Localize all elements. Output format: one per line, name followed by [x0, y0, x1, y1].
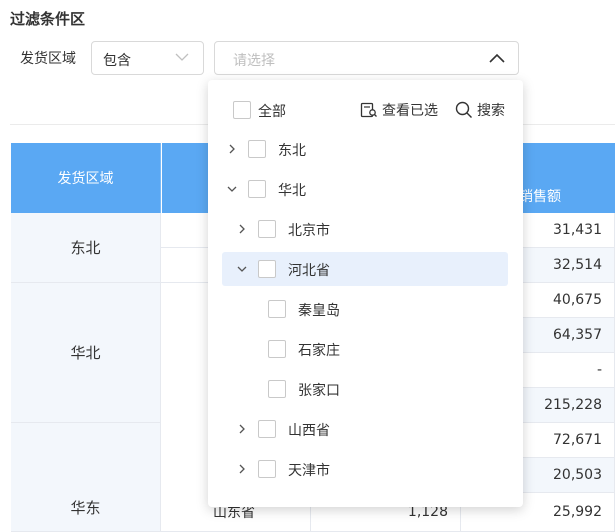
header-region: 发货区域	[11, 143, 161, 213]
tree-node-label: 华北	[278, 183, 306, 199]
tree-node-checkbox[interactable]	[258, 260, 276, 278]
tree-node[interactable]: 山西省	[222, 412, 508, 446]
chevron-right-icon[interactable]	[227, 144, 237, 154]
chevron-right-icon[interactable]	[237, 424, 247, 434]
match-mode-value: 包含	[103, 53, 131, 69]
tree-node[interactable]: 东北	[222, 132, 508, 166]
tree-node-label: 张家口	[298, 383, 340, 399]
tree-node[interactable]: 华北	[222, 172, 508, 206]
view-selected-label: 查看已选	[382, 103, 438, 119]
chevron-up-icon	[489, 53, 505, 63]
tree-node-checkbox[interactable]	[268, 380, 286, 398]
tree-node-checkbox[interactable]	[258, 460, 276, 478]
region-value-select[interactable]: 请选择	[214, 41, 519, 75]
tree-node-label: 东北	[278, 143, 306, 159]
tree-node-label: 山西省	[288, 423, 330, 439]
tree-node-label: 河北省	[288, 263, 330, 279]
region-cell: 华北	[11, 283, 161, 423]
tree-node-label: 秦皇岛	[298, 303, 340, 319]
tree-node[interactable]: 石家庄	[222, 332, 508, 366]
tree-node-checkbox[interactable]	[258, 420, 276, 438]
chevron-down-icon[interactable]	[237, 264, 247, 274]
tree-node[interactable]: 秦皇岛	[222, 292, 508, 326]
view-selected-icon	[360, 102, 377, 118]
select-all-label: 全部	[258, 104, 286, 120]
search-button[interactable]: 搜索	[455, 100, 505, 120]
tree-node-label: 石家庄	[298, 343, 340, 359]
match-mode-select[interactable]: 包含	[91, 41, 204, 75]
header-sales: 销售额	[511, 179, 615, 213]
tree-node[interactable]: 河北省	[222, 252, 508, 286]
region-dropdown-panel: 全部 查看已选 搜索 东北华北北京市河北省秦皇岛石家庄张家口山西省天津市	[208, 80, 523, 507]
region-cell: 东北	[11, 213, 161, 283]
tree-node-checkbox[interactable]	[268, 300, 286, 318]
filter-field-label: 发货区域	[20, 51, 76, 67]
chevron-right-icon[interactable]	[237, 224, 247, 234]
tree-node[interactable]: 张家口	[222, 372, 508, 406]
section-title: 过滤条件区	[10, 10, 86, 28]
tree-node[interactable]: 北京市	[222, 212, 508, 246]
view-selected-button[interactable]: 查看已选	[360, 100, 438, 120]
chevron-down-icon[interactable]	[227, 184, 237, 194]
chevron-down-icon	[175, 53, 189, 61]
tree-node-checkbox[interactable]	[268, 340, 286, 358]
tree-node-label: 北京市	[288, 223, 330, 239]
search-label: 搜索	[477, 103, 505, 119]
region-cell: 华东	[11, 423, 161, 532]
tree-node-checkbox[interactable]	[248, 180, 266, 198]
tree-node-label: 天津市	[288, 463, 330, 479]
tree-node-checkbox[interactable]	[248, 140, 266, 158]
region-select-placeholder: 请选择	[233, 53, 275, 69]
chevron-right-icon[interactable]	[237, 464, 247, 474]
select-all-checkbox[interactable]	[233, 101, 251, 119]
tree-node[interactable]: 天津市	[222, 452, 508, 486]
search-icon	[455, 101, 472, 118]
tree-node-checkbox[interactable]	[258, 220, 276, 238]
